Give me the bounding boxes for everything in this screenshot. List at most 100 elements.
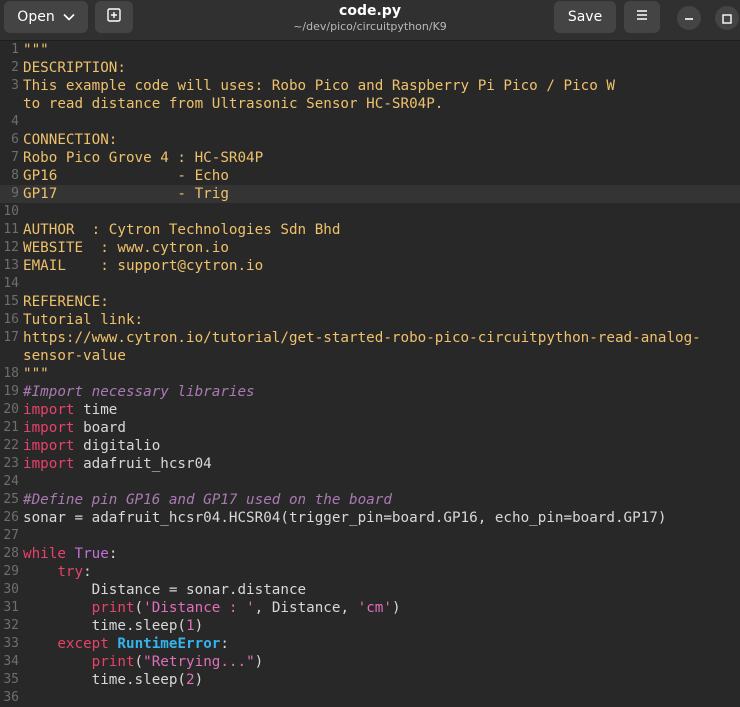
code-token: #Import necessary libraries	[23, 384, 255, 400]
code-token: sonar = adafruit_hcsr04.HCSR04(trigger_p…	[23, 510, 667, 526]
code-text: import time	[23, 401, 117, 419]
minimize-icon	[684, 9, 694, 28]
code-line[interactable]: 18 """	[0, 365, 740, 383]
code-text: WEBSITE : www.cytron.io	[23, 239, 229, 257]
code-text: AUTHOR : Cytron Technologies Sdn Bhd	[23, 221, 340, 239]
line-number: 1	[11, 42, 19, 57]
line-number: 35	[3, 672, 19, 687]
line-number: 8	[11, 168, 19, 183]
maximize-button[interactable]	[715, 6, 739, 30]
code-token: except	[57, 636, 109, 652]
code-line[interactable]: 34 print("Retrying...")	[0, 653, 740, 671]
code-token: , Distance,	[254, 600, 358, 616]
code-token: This example code will uses: Robo Pico a…	[23, 78, 615, 94]
code-line[interactable]: to read distance from Ultrasonic Sensor …	[0, 95, 740, 113]
code-line[interactable]: sensor-value	[0, 347, 740, 365]
code-line[interactable]: 6 CONNECTION:	[0, 131, 740, 149]
code-text: This example code will uses: Robo Pico a…	[23, 77, 615, 95]
code-line[interactable]: 21 import board	[0, 419, 740, 437]
save-button[interactable]: Save	[554, 1, 616, 33]
code-line[interactable]: 29 try:	[0, 563, 740, 581]
code-line[interactable]: 31 print('Distance : ', Distance, 'cm')	[0, 599, 740, 617]
line-number: 22	[3, 438, 19, 453]
code-line[interactable]: 12 WEBSITE : www.cytron.io	[0, 239, 740, 257]
code-line[interactable]: 33 except RuntimeError:	[0, 635, 740, 653]
code-text: Tutorial link:	[23, 311, 143, 329]
code-token: board	[74, 420, 126, 436]
code-text: REFERENCE:	[23, 293, 109, 311]
line-number: 3	[11, 78, 19, 93]
new-tab-button[interactable]	[95, 1, 133, 33]
code-line[interactable]: 28 while True:	[0, 545, 740, 563]
code-line[interactable]: 19 #Import necessary libraries	[0, 383, 740, 401]
maximize-icon	[722, 9, 732, 28]
code-token: sensor-value	[23, 348, 126, 364]
code-line[interactable]: 15 REFERENCE:	[0, 293, 740, 311]
code-line[interactable]: 4	[0, 113, 740, 131]
code-token: AUTHOR : Cytron Technologies Sdn Bhd	[23, 222, 341, 238]
line-number: 24	[3, 474, 19, 489]
code-text: sonar = adafruit_hcsr04.HCSR04(trigger_p…	[23, 509, 666, 527]
code-text: while True:	[23, 545, 117, 563]
code-line[interactable]: 10	[0, 203, 740, 221]
code-line[interactable]: 17 https://www.cytron.io/tutorial/get-sta…	[0, 329, 740, 347]
document-title: code.py	[339, 3, 401, 19]
code-line[interactable]: 24	[0, 473, 740, 491]
code-line[interactable]: 9 GP17 - Trig	[0, 185, 740, 203]
code-token: CONNECTION:	[23, 132, 118, 148]
code-line[interactable]: 36	[0, 689, 740, 707]
code-line[interactable]: 13 EMAIL : support@cytron.io	[0, 257, 740, 275]
code-token: try	[57, 564, 84, 580]
code-line[interactable]: 20 import time	[0, 401, 740, 419]
menu-button[interactable]	[624, 1, 660, 33]
code-line[interactable]: 11 AUTHOR : Cytron Technologies Sdn Bhd	[0, 221, 740, 239]
code-token: EMAIL : support@cytron.io	[23, 258, 264, 274]
title-area: code.py ~/dev/pico/circuitpython/K9	[200, 2, 540, 34]
hamburger-menu-icon	[635, 9, 649, 25]
code-token: WEBSITE : www.cytron.io	[23, 240, 229, 256]
code-line[interactable]: 7 Robo Pico Grove 4 : HC-SR04P	[0, 149, 740, 167]
code-line[interactable]: 30 Distance = sonar.distance	[0, 581, 740, 599]
code-text: time.sleep(1)	[23, 617, 204, 635]
line-number: 25	[3, 492, 19, 507]
line-number: 10	[3, 204, 19, 219]
line-number: 15	[3, 294, 19, 309]
code-line[interactable]: 1 """	[0, 41, 740, 59]
code-editor[interactable]: 1 """ 2 DESCRIPTION: 3 This example code will…	[0, 41, 740, 707]
line-number: 32	[3, 618, 19, 633]
code-line[interactable]: 27	[0, 527, 740, 545]
code-text: except RuntimeError:	[23, 635, 229, 653]
code-line[interactable]: 23 import adafruit_hcsr04	[0, 455, 740, 473]
code-line[interactable]: 26 sonar = adafruit_hcsr04.HCSR04(trigger…	[0, 509, 740, 527]
code-line[interactable]: 25 #Define pin GP16 and GP17 used on the …	[0, 491, 740, 509]
code-token: import	[23, 438, 75, 454]
code-token: )	[194, 672, 204, 688]
code-token: DESCRIPTION:	[23, 60, 126, 76]
line-number: 23	[3, 456, 19, 471]
code-token: to read distance from Ultrasonic Sensor …	[23, 96, 444, 112]
code-line[interactable]: 35 time.sleep(2)	[0, 671, 740, 689]
code-text: GP17 - Trig	[23, 185, 229, 203]
code-token: time	[74, 402, 118, 418]
code-text: import digitalio	[23, 437, 160, 455]
code-token: (	[134, 600, 144, 616]
code-token: print	[91, 600, 135, 616]
code-line[interactable]: 14	[0, 275, 740, 293]
code-token: """	[23, 42, 49, 58]
code-text: https://www.cytron.io/tutorial/get-start…	[23, 329, 701, 347]
code-text: #Define pin GP16 and GP17 used on the bo…	[23, 491, 392, 509]
open-button[interactable]: Open	[4, 1, 88, 33]
code-line[interactable]: 8 GP16 - Echo	[0, 167, 740, 185]
code-line[interactable]: 3 This example code will uses: Robo Pico …	[0, 77, 740, 95]
minimize-button[interactable]	[677, 6, 701, 30]
code-line[interactable]: 2 DESCRIPTION:	[0, 59, 740, 77]
code-line[interactable]: 32 time.sleep(1)	[0, 617, 740, 635]
open-button-label: Open	[17, 9, 55, 25]
code-token: (	[134, 654, 144, 670]
code-text: print('Distance : ', Distance, 'cm')	[23, 599, 401, 617]
code-line[interactable]: 16 Tutorial link:	[0, 311, 740, 329]
line-number: 4	[11, 114, 19, 129]
code-line[interactable]: 22 import digitalio	[0, 437, 740, 455]
